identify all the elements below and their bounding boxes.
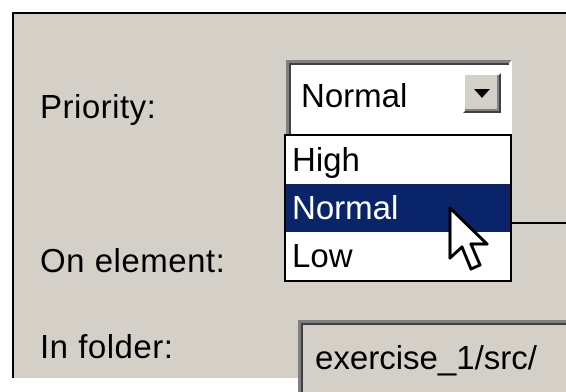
on-element-label: On element: <box>40 242 226 279</box>
in-folder-label: In folder: <box>40 328 174 365</box>
connector-line <box>512 222 566 224</box>
priority-combo[interactable]: Normal <box>286 60 512 140</box>
priority-dropdown-button[interactable] <box>463 73 501 113</box>
priority-combo-value: Normal <box>301 77 408 114</box>
priority-option-high[interactable]: High <box>286 136 510 184</box>
mouse-pointer-icon <box>448 206 489 271</box>
priority-label: Priority: <box>40 88 157 125</box>
chevron-down-icon <box>474 89 490 98</box>
in-folder-value: exercise_1/src/ <box>315 339 537 376</box>
in-folder-field: exercise_1/src/ <box>298 320 566 392</box>
